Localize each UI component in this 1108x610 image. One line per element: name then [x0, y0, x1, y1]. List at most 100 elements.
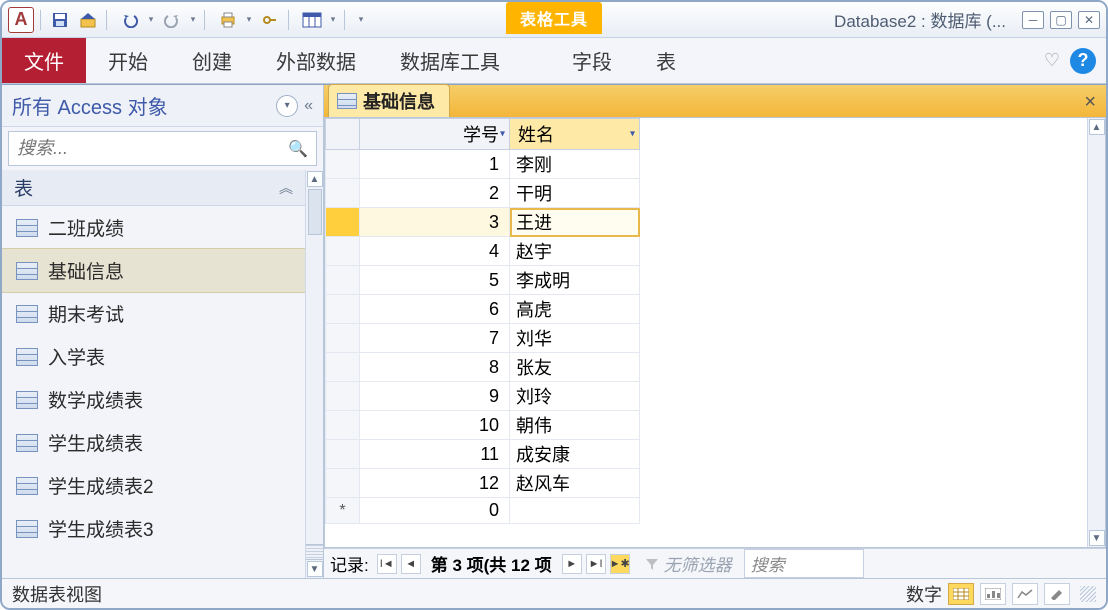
tab-home[interactable]: 开始: [86, 38, 170, 83]
cell-id[interactable]: 5: [360, 266, 510, 295]
close-button[interactable]: ✕: [1078, 11, 1100, 29]
nav-item[interactable]: 学生成绩表2: [2, 464, 305, 507]
view-design-button[interactable]: [1044, 583, 1070, 605]
cell-name[interactable]: 李成明: [510, 266, 640, 295]
cell-id[interactable]: 11: [360, 440, 510, 469]
redo-icon[interactable]: [160, 8, 184, 32]
new-row[interactable]: *0: [326, 498, 640, 524]
row-selector[interactable]: [326, 353, 360, 382]
scroll-down-icon[interactable]: ▼: [307, 561, 323, 577]
view-pivotchart-button[interactable]: [1012, 583, 1038, 605]
dropdown-icon[interactable]: ▾: [630, 129, 635, 140]
recnav-new-button[interactable]: ►✱: [610, 554, 630, 574]
tab-database-tools[interactable]: 数据库工具: [378, 38, 522, 83]
cell-name[interactable]: 干明: [510, 179, 640, 208]
row-selector[interactable]: [326, 179, 360, 208]
dropdown-icon[interactable]: ▾: [500, 129, 505, 140]
grid-scrollbar[interactable]: ▲ ▼: [1087, 118, 1105, 547]
scroll-grip[interactable]: [306, 544, 323, 560]
cell-name[interactable]: 赵宇: [510, 237, 640, 266]
document-close-button[interactable]: ×: [1084, 91, 1096, 114]
cell-name[interactable]: 朝伟: [510, 411, 640, 440]
row-selector[interactable]: [326, 411, 360, 440]
recnav-search[interactable]: 搜索: [744, 549, 864, 578]
table-row[interactable]: 8张友: [326, 353, 640, 382]
table-row[interactable]: 4赵宇: [326, 237, 640, 266]
column-header-name[interactable]: 姓名▾: [510, 119, 640, 150]
grid-scroll-down-icon[interactable]: ▼: [1089, 530, 1105, 546]
nav-group-tables[interactable]: 表 ︽: [2, 170, 305, 206]
nav-search-input[interactable]: [17, 138, 288, 159]
key-icon[interactable]: [258, 8, 282, 32]
recnav-first-button[interactable]: I◄: [377, 554, 397, 574]
cell-id[interactable]: 0: [360, 498, 510, 524]
cell-name[interactable]: 刘玲: [510, 382, 640, 411]
cell-name[interactable]: 成安康: [510, 440, 640, 469]
rowhead-corner[interactable]: [326, 119, 360, 150]
nav-item[interactable]: 数学成绩表: [2, 378, 305, 421]
datasheet-icon[interactable]: [300, 8, 324, 32]
cell-id[interactable]: 7: [360, 324, 510, 353]
table-row[interactable]: 7刘华: [326, 324, 640, 353]
row-selector[interactable]: [326, 266, 360, 295]
search-icon[interactable]: 🔍: [288, 139, 308, 159]
cell-id[interactable]: 4: [360, 237, 510, 266]
nav-item[interactable]: 入学表: [2, 335, 305, 378]
recnav-last-button[interactable]: ►I: [586, 554, 606, 574]
nav-search[interactable]: 🔍: [8, 131, 317, 166]
cell-id[interactable]: 10: [360, 411, 510, 440]
tab-fields[interactable]: 字段: [550, 38, 634, 83]
document-tab[interactable]: 基础信息: [328, 84, 450, 117]
print-dropdown[interactable]: ▾: [244, 14, 254, 25]
row-selector[interactable]: [326, 295, 360, 324]
cell-id[interactable]: 9: [360, 382, 510, 411]
nav-item[interactable]: 学生成绩表: [2, 421, 305, 464]
nav-title[interactable]: 所有 Access 对象: [12, 91, 272, 120]
favorite-icon[interactable]: ♡: [1044, 50, 1060, 71]
table-row[interactable]: 11成安康: [326, 440, 640, 469]
cell-name[interactable]: [510, 498, 640, 524]
row-selector[interactable]: [326, 382, 360, 411]
cell-name[interactable]: 王进: [510, 208, 640, 237]
table-row[interactable]: 6高虎: [326, 295, 640, 324]
row-selector[interactable]: [326, 237, 360, 266]
cell-id[interactable]: 3: [360, 208, 510, 237]
datasheet-grid[interactable]: 学号▾姓名▾1李刚2干明3王进4赵宇5李成明6高虎7刘华8张友9刘玲10朝伟11…: [325, 118, 1087, 547]
nav-item[interactable]: 学生成绩表3: [2, 507, 305, 550]
cell-name[interactable]: 高虎: [510, 295, 640, 324]
qat-customize-dropdown[interactable]: ▾: [356, 14, 366, 25]
undo-icon[interactable]: [118, 8, 142, 32]
row-selector[interactable]: [326, 150, 360, 179]
table-row[interactable]: 9刘玲: [326, 382, 640, 411]
save-icon[interactable]: [48, 8, 72, 32]
scroll-thumb[interactable]: [308, 189, 322, 235]
cell-name[interactable]: 刘华: [510, 324, 640, 353]
cell-name[interactable]: 李刚: [510, 150, 640, 179]
undo-dropdown[interactable]: ▾: [146, 14, 156, 25]
maximize-button[interactable]: ▢: [1050, 11, 1072, 29]
grid-scroll-up-icon[interactable]: ▲: [1089, 119, 1105, 135]
column-header-id[interactable]: 学号▾: [360, 119, 510, 150]
tab-file[interactable]: 文件: [2, 38, 86, 83]
cell-id[interactable]: 2: [360, 179, 510, 208]
resize-grip-icon[interactable]: [1080, 586, 1096, 602]
view-datasheet-button[interactable]: [948, 583, 974, 605]
row-selector[interactable]: [326, 324, 360, 353]
row-selector[interactable]: [326, 469, 360, 498]
table-row[interactable]: 10朝伟: [326, 411, 640, 440]
row-selector[interactable]: [326, 208, 360, 237]
table-row[interactable]: 12赵风车: [326, 469, 640, 498]
nav-item[interactable]: 期末考试: [2, 292, 305, 335]
table-row[interactable]: 2干明: [326, 179, 640, 208]
cell-name[interactable]: 张友: [510, 353, 640, 382]
recnav-prev-button[interactable]: ◄: [401, 554, 421, 574]
scroll-up-icon[interactable]: ▲: [307, 171, 323, 187]
table-row[interactable]: 3王进: [326, 208, 640, 237]
cell-id[interactable]: 8: [360, 353, 510, 382]
cell-id[interactable]: 12: [360, 469, 510, 498]
help-button[interactable]: ?: [1070, 48, 1096, 74]
redo-dropdown[interactable]: ▾: [188, 14, 198, 25]
tab-table[interactable]: 表: [634, 38, 698, 83]
table-row[interactable]: 5李成明: [326, 266, 640, 295]
cell-id[interactable]: 6: [360, 295, 510, 324]
